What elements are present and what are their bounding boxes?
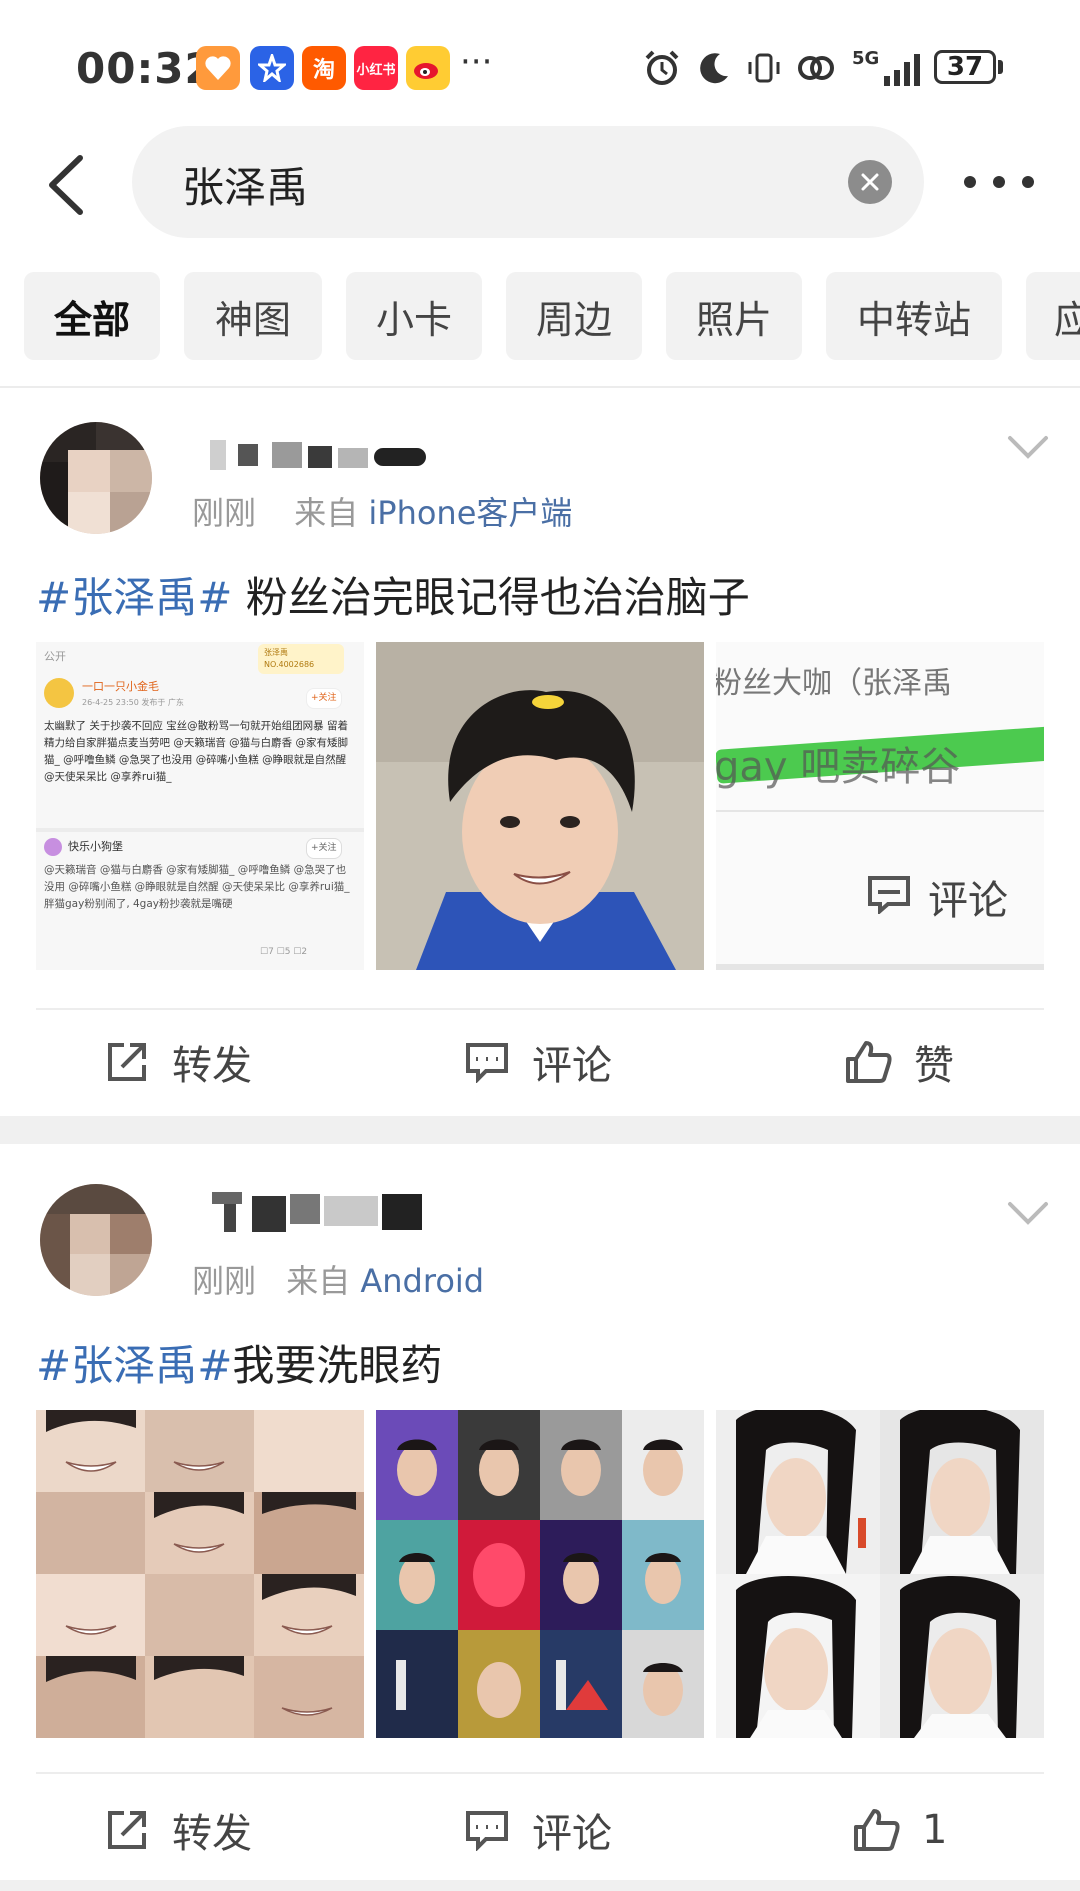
post-separator-band — [0, 1116, 1080, 1144]
star-app-icon — [250, 46, 294, 90]
chevron-down-icon[interactable] — [1006, 434, 1050, 462]
tab-all[interactable]: 全部 — [24, 272, 160, 360]
crop-line2: gay 吧卖碎谷 — [716, 744, 961, 790]
screenshot-body2: @天籁瑞音 @猫与白麝香 @家有矮脚猫_ @呼噜鱼鳞 @急哭了也没用 @碎嘴小鱼… — [44, 864, 350, 910]
post-image-2[interactable] — [376, 1410, 704, 1738]
post-time: 刚刚 — [192, 494, 257, 532]
bottom-band — [0, 1880, 1080, 1891]
badge-line2: NO.4002686 — [264, 660, 315, 669]
post-content: 我要洗眼药 — [232, 1341, 443, 1390]
crop-line1: 粉丝大咖（张泽禹 — [716, 666, 952, 701]
chevron-down-icon[interactable] — [1006, 1200, 1050, 1228]
heart-app-icon — [196, 46, 240, 90]
tab-zhoubian[interactable]: 周边 — [506, 272, 642, 360]
repost-label: 转发 — [172, 1811, 252, 1857]
avatar[interactable] — [40, 1184, 152, 1296]
weibo-icon — [406, 46, 450, 90]
tabs-divider — [0, 386, 1080, 388]
thumbs-up-icon — [846, 1041, 892, 1083]
comment-icon — [466, 1043, 508, 1083]
post-image-1[interactable]: 公开 张泽禹 NO.4002686 一口一只小金毛 26-4-25 23:50 … — [36, 642, 364, 970]
more-status-icons: ··· — [460, 42, 493, 82]
post-content: 粉丝治完眼记得也治治脑子 — [232, 573, 750, 622]
screenshot-user1-meta: 26-4-25 23:50 发布于 广东 — [82, 698, 184, 707]
tab-shentu[interactable]: 神图 — [184, 272, 322, 360]
post-image-2[interactable] — [376, 642, 704, 970]
post-text: #张泽禹#我要洗眼药 — [36, 1332, 442, 1393]
post-image-3[interactable]: 粉丝大咖（张泽禹 gay 吧卖碎谷 评论 — [716, 642, 1044, 970]
comment-icon — [466, 1811, 508, 1851]
post-hashtag[interactable]: #张泽禹# — [36, 573, 232, 622]
vibrate-icon — [744, 46, 784, 90]
alarm-icon — [640, 46, 684, 90]
crop-comment-label: 评论 — [928, 878, 1008, 924]
post-time: 刚刚 — [192, 1262, 257, 1300]
post-divider — [36, 1008, 1044, 1010]
repost-icon — [108, 1811, 146, 1849]
moon-icon — [694, 46, 734, 90]
post-source: iPhone客户端 — [368, 494, 573, 532]
tab-more-partial[interactable]: 应 — [1026, 272, 1080, 360]
screenshot-body1: 太幽默了 关于抄袭不回应 宝丝@散粉骂一句就开始组团网暴 留着精力给自家胖猫点麦… — [44, 720, 349, 783]
tab-zhongzhuanzhan[interactable]: 中转站 — [826, 272, 1002, 360]
repost-label: 转发 — [172, 1043, 252, 1089]
post-image-3[interactable] — [716, 1410, 1044, 1738]
badge-line1: 张泽禹 — [264, 648, 288, 657]
search-query[interactable]: 张泽禹 — [182, 154, 308, 215]
username-redacted[interactable] — [210, 440, 426, 470]
comment-button[interactable]: 评论 — [464, 1032, 612, 1092]
network-type: 5G — [852, 48, 880, 69]
avatar[interactable] — [40, 422, 152, 534]
signal-icon — [884, 52, 922, 86]
post-image-1[interactable] — [36, 1410, 364, 1738]
like-count: 1 — [922, 1807, 948, 1853]
screenshot-user2: 快乐小狗堡 — [68, 840, 123, 853]
like-label: 赞 — [914, 1043, 954, 1089]
xiaohongshu-icon: 小红书 — [354, 46, 398, 90]
post-meta: 刚刚 来自 Android — [192, 1256, 484, 1302]
post-hashtag[interactable]: #张泽禹# — [36, 1341, 232, 1390]
clear-search-button[interactable] — [848, 160, 892, 204]
screenshot-user1: 一口一只小金毛 — [82, 680, 159, 693]
thumbs-up-icon — [854, 1809, 900, 1851]
comment-label: 评论 — [532, 1811, 612, 1857]
hotspot-icon — [794, 46, 838, 90]
battery-tip — [998, 60, 1003, 74]
repost-icon — [108, 1043, 146, 1081]
like-button[interactable]: 1 — [852, 1800, 947, 1860]
repost-button[interactable]: 转发 — [104, 1032, 252, 1092]
crop-comment-icon — [866, 874, 912, 918]
comment-button[interactable]: 评论 — [464, 1800, 612, 1860]
status-time: 00:32 — [76, 44, 215, 93]
post-from-prefix: 来自 — [286, 1262, 351, 1300]
tab-photos[interactable]: 照片 — [666, 272, 802, 360]
like-button[interactable]: 赞 — [844, 1032, 954, 1092]
post-meta: 刚刚 来自 iPhone客户端 — [192, 488, 572, 534]
repost-button[interactable]: 转发 — [104, 1800, 252, 1860]
screenshot-avatar2 — [44, 838, 62, 856]
post-source: Android — [360, 1262, 485, 1300]
screenshot-visibility: 公开 — [44, 650, 66, 663]
screenshot-follow2: +关注 — [306, 838, 342, 859]
taobao-icon: 淘 — [302, 46, 346, 90]
post-divider — [36, 1772, 1044, 1774]
comment-label: 评论 — [532, 1043, 612, 1089]
post-text: #张泽禹# 粉丝治完眼记得也治治脑子 — [36, 564, 750, 625]
screenshot-badge: 张泽禹 NO.4002686 — [258, 644, 344, 674]
screenshot-avatar — [44, 678, 74, 708]
username-redacted[interactable] — [212, 1192, 424, 1232]
more-options-button[interactable] — [964, 162, 1034, 202]
post-from-prefix: 来自 — [294, 494, 359, 532]
tab-xiaoka[interactable]: 小卡 — [346, 272, 482, 360]
battery-level: 37 — [934, 50, 996, 84]
screenshot-follow: +关注 — [306, 688, 342, 709]
screenshot-counts: ☐7 ☐5 ☐2 — [260, 947, 308, 957]
back-button[interactable] — [42, 150, 90, 220]
